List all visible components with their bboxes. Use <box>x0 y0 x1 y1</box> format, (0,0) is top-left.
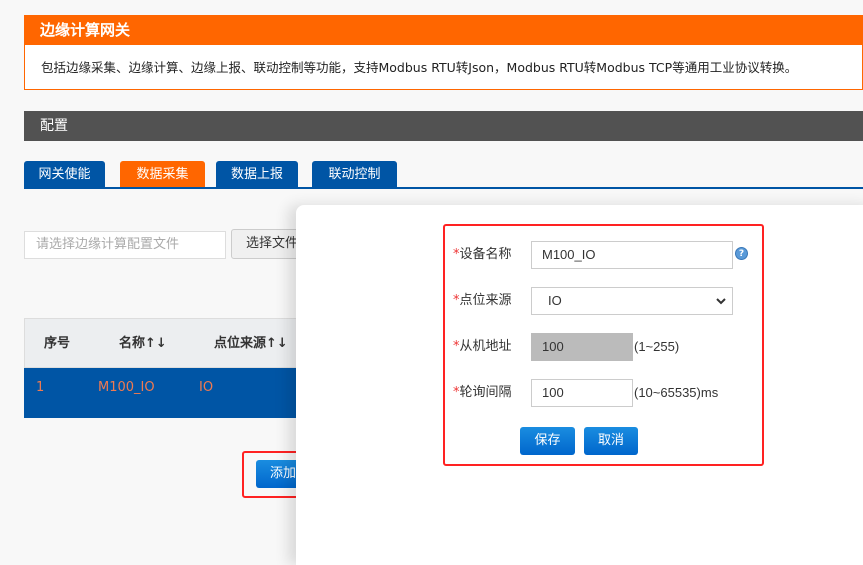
source-select[interactable]: IO <box>531 287 733 315</box>
slave-address-hint: (1~255) <box>634 339 680 354</box>
cancel-button[interactable]: 取消 <box>584 427 638 455</box>
description: 包括边缘采集、边缘计算、边缘上报、联动控制等功能，支持Modbus RTU转Js… <box>24 45 863 90</box>
source-label: *点位来源 <box>453 293 512 308</box>
page-title: 边缘计算网关 <box>24 15 863 45</box>
chevron-down-icon <box>716 298 726 305</box>
device-name-input[interactable]: M100_IO <box>531 241 733 269</box>
table-row[interactable]: 1 M100_IO IO <box>24 368 304 418</box>
cell-index: 1 <box>36 380 45 395</box>
col-index: 序号 <box>44 336 71 351</box>
col-name[interactable]: 名称↑↓ <box>119 324 167 364</box>
cell-source: IO <box>199 380 214 395</box>
col-source[interactable]: 点位来源↑↓ <box>214 324 288 364</box>
poll-interval-hint: (10~65535)ms <box>634 385 719 400</box>
slave-address-input[interactable]: 100 <box>531 333 633 361</box>
poll-interval-input[interactable]: 100 <box>531 379 633 407</box>
annotation-highlight-box <box>242 451 301 498</box>
tab-linkage-control[interactable]: 联动控制 <box>312 161 397 188</box>
source-select-value: IO <box>548 293 562 308</box>
table-header: 序号 名称↑↓ 点位来源↑↓ <box>24 318 304 368</box>
slave-address-label: *从机地址 <box>453 339 512 354</box>
config-section-title: 配置 <box>24 111 863 141</box>
config-file-input[interactable]: 请选择边缘计算配置文件 <box>24 231 226 259</box>
poll-interval-label: *轮询间隔 <box>453 385 512 400</box>
cell-name: M100_IO <box>98 380 155 395</box>
tab-gateway-enable[interactable]: 网关使能 <box>24 161 105 188</box>
device-name-label: *设备名称 <box>453 247 512 262</box>
save-button[interactable]: 保存 <box>520 427 575 455</box>
tab-data-report[interactable]: 数据上报 <box>216 161 298 188</box>
tab-divider <box>24 187 863 189</box>
tab-data-collection[interactable]: 数据采集 <box>120 161 205 188</box>
help-icon[interactable]: ? <box>735 247 748 260</box>
